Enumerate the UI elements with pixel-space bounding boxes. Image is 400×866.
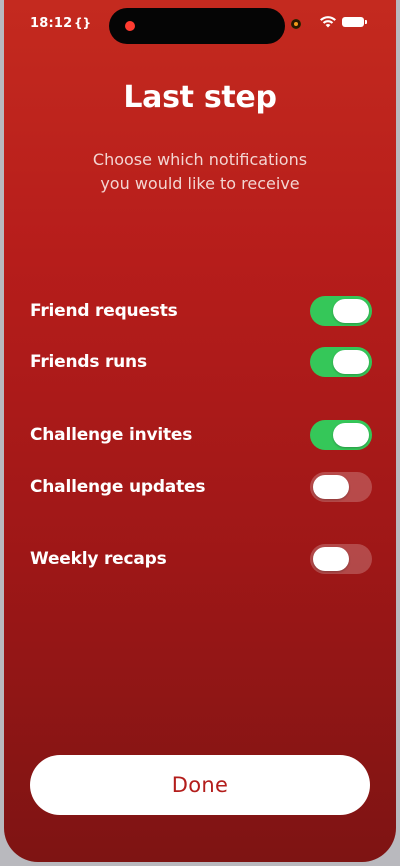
toggle-knob <box>333 350 369 374</box>
toggle-knob <box>333 299 369 323</box>
wifi-icon <box>320 16 336 28</box>
status-time: 18:12 <box>30 16 73 31</box>
toggle-knob <box>313 475 349 499</box>
friend-requests-toggle[interactable] <box>310 296 372 326</box>
camera-indicator-icon <box>291 19 301 29</box>
notification-label: Challenge invites <box>30 425 193 445</box>
dev-mode-icon: {} <box>74 16 92 30</box>
subtitle-line-2: you would like to receive <box>100 174 300 193</box>
notification-label: Weekly recaps <box>30 549 167 569</box>
toggle-knob <box>313 547 349 571</box>
notification-row-weekly-recaps: Weekly recaps <box>30 544 374 576</box>
notification-row-challenge-invites: Challenge invites <box>30 420 374 452</box>
notification-settings-screen: 18:12 {} Last step Choose which notifica… <box>4 0 396 862</box>
notification-label: Friends runs <box>30 352 147 372</box>
notification-label: Challenge updates <box>30 477 206 497</box>
challenge-updates-toggle[interactable] <box>310 472 372 502</box>
battery-icon <box>342 17 367 27</box>
dynamic-island <box>109 8 285 44</box>
done-button[interactable]: Done <box>30 755 370 815</box>
friends-runs-toggle[interactable] <box>310 347 372 377</box>
notification-row-friend-requests: Friend requests <box>30 296 374 328</box>
notification-label: Friend requests <box>30 301 178 321</box>
page-title: Last step <box>123 80 277 115</box>
recording-indicator-icon <box>125 21 135 31</box>
toggle-knob <box>333 423 369 447</box>
challenge-invites-toggle[interactable] <box>310 420 372 450</box>
device-frame: 18:12 {} Last step Choose which notifica… <box>0 0 400 866</box>
weekly-recaps-toggle[interactable] <box>310 544 372 574</box>
notification-row-friends-runs: Friends runs <box>30 347 374 379</box>
page-subtitle: Choose which notifications you would lik… <box>44 148 356 196</box>
subtitle-line-1: Choose which notifications <box>92 150 308 169</box>
status-bar: 18:12 {} <box>4 0 396 52</box>
notification-row-challenge-updates: Challenge updates <box>30 472 374 504</box>
